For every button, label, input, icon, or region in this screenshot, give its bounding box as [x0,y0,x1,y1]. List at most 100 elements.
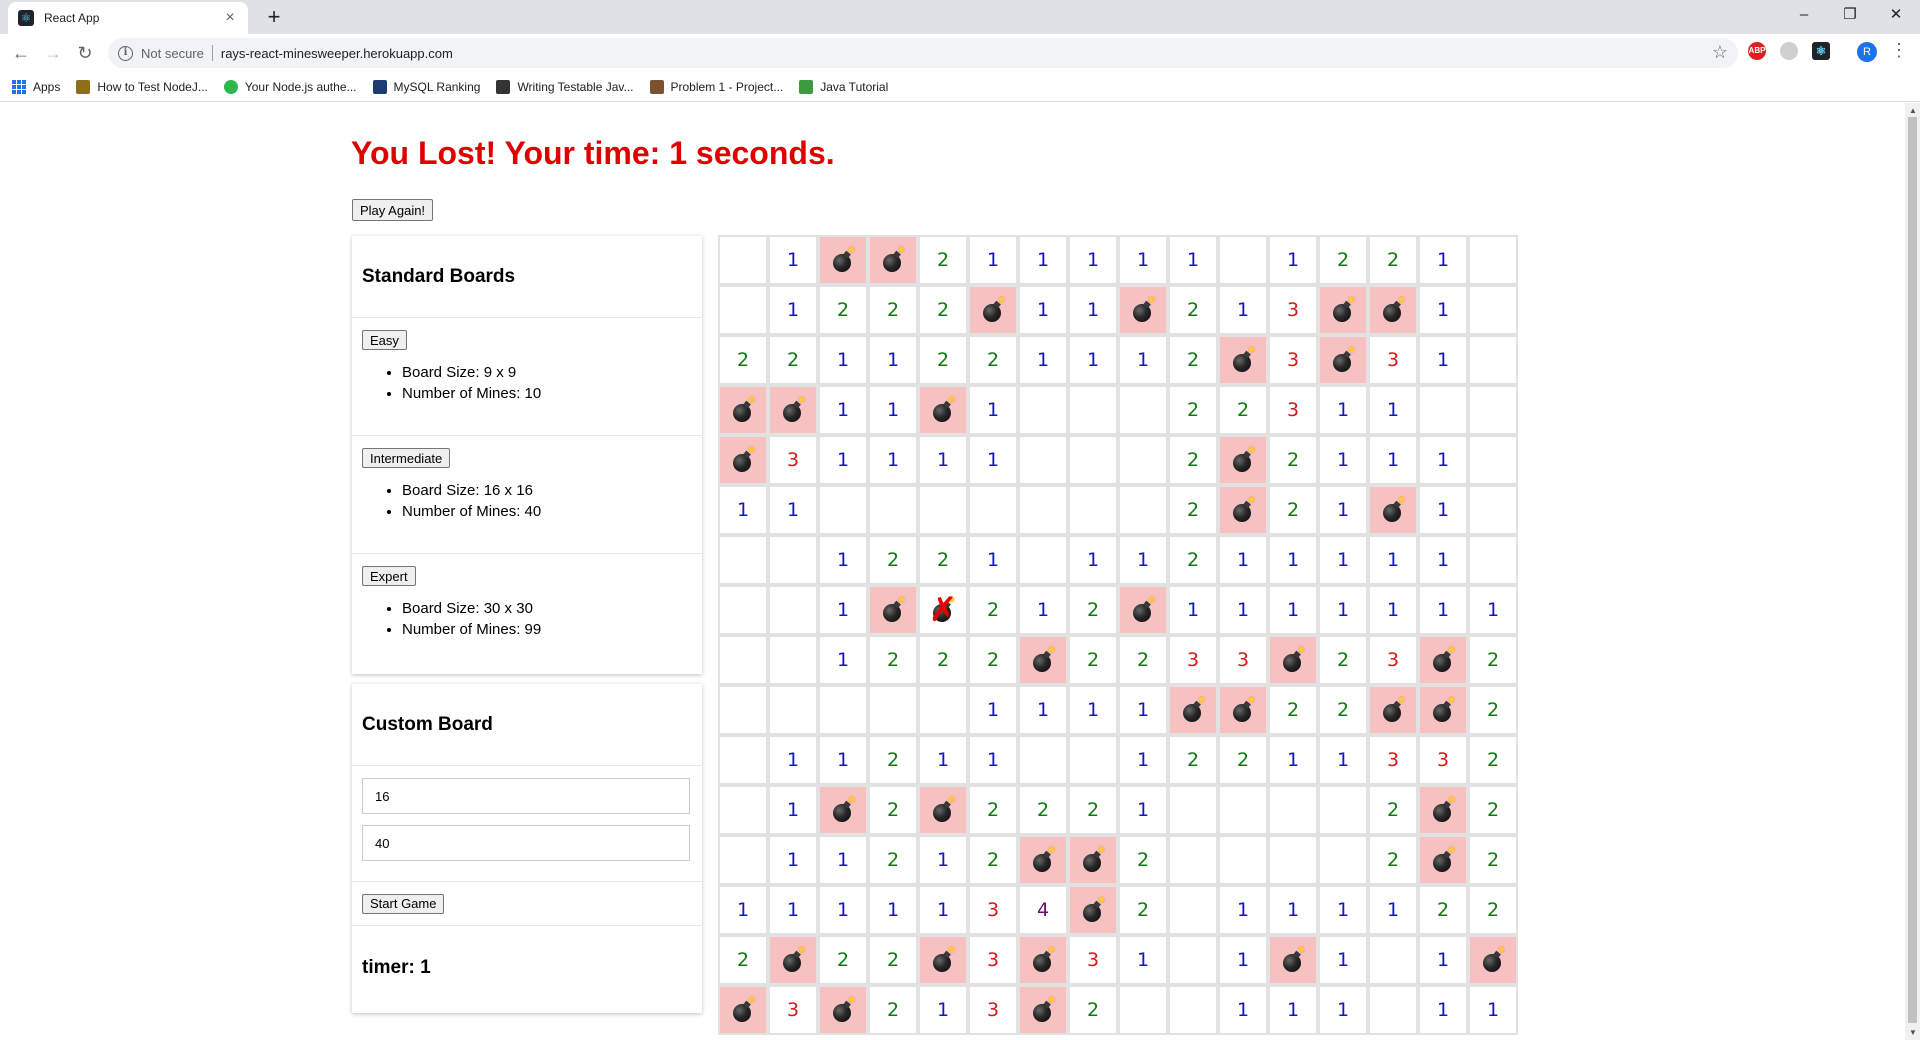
number-cell[interactable]: 2 [1218,385,1268,435]
number-cell[interactable]: 1 [1368,385,1418,435]
number-cell[interactable]: 2 [868,985,918,1035]
scrollbar-thumb[interactable] [1908,117,1917,1023]
empty-cell[interactable] [1268,835,1318,885]
number-cell[interactable]: 2 [1468,785,1518,835]
number-cell[interactable]: 1 [1118,785,1168,835]
bookmark-item[interactable]: How to Test NodeJ... [76,79,208,94]
number-cell[interactable]: 2 [868,835,918,885]
bookmark-star-icon[interactable]: ☆ [1712,42,1728,63]
number-cell[interactable]: 2 [818,935,868,985]
number-cell[interactable]: 1 [868,385,918,435]
number-cell[interactable]: 1 [1368,885,1418,935]
number-cell[interactable]: 1 [1168,235,1218,285]
mine-cell[interactable] [718,435,768,485]
empty-cell[interactable] [1318,785,1368,835]
empty-cell[interactable] [818,685,868,735]
empty-cell[interactable] [1068,735,1118,785]
number-cell[interactable]: 2 [1168,435,1218,485]
extension-icon[interactable] [1780,42,1798,60]
number-cell[interactable]: 2 [968,635,1018,685]
number-cell[interactable]: 1 [1318,735,1368,785]
play-again-button[interactable]: Play Again! [352,199,434,221]
mine-cell[interactable] [868,585,918,635]
empty-cell[interactable] [718,785,768,835]
mine-cell[interactable] [1118,285,1168,335]
number-cell[interactable]: 2 [868,735,918,785]
number-cell[interactable]: 1 [718,485,768,535]
empty-cell[interactable] [918,685,968,735]
number-cell[interactable]: 2 [1368,235,1418,285]
empty-cell[interactable] [768,535,818,585]
number-cell[interactable]: 2 [1168,735,1218,785]
number-cell[interactable]: 1 [1268,585,1318,635]
number-cell[interactable]: 2 [918,635,968,685]
number-cell[interactable]: 1 [1318,585,1368,635]
number-cell[interactable]: 1 [818,635,868,685]
number-cell[interactable]: 2 [868,285,918,335]
number-cell[interactable]: 1 [1218,985,1268,1035]
scroll-down-icon[interactable]: ▼ [1909,1028,1917,1037]
mine-cell[interactable] [918,785,968,835]
close-window-icon[interactable]: ✕ [1873,0,1919,30]
number-cell[interactable]: 2 [1218,735,1268,785]
number-cell[interactable]: 1 [1118,735,1168,785]
number-cell[interactable]: 1 [868,335,918,385]
number-cell[interactable]: 1 [918,985,968,1035]
address-bar[interactable]: i Not secure rays-react-minesweeper.hero… [108,38,1738,68]
minimize-window-icon[interactable]: – [1781,0,1827,30]
number-cell[interactable]: 1 [968,735,1018,785]
mine-cell[interactable] [1368,685,1418,735]
number-cell[interactable]: 2 [1468,635,1518,685]
mine-cell[interactable] [768,935,818,985]
number-cell[interactable]: 2 [868,535,918,585]
empty-cell[interactable] [868,485,918,535]
close-tab-icon[interactable]: × [222,9,238,27]
bookmark-item[interactable]: Problem 1 - Project... [649,79,783,94]
number-cell[interactable]: 1 [1368,435,1418,485]
number-cell[interactable]: 2 [1318,685,1368,735]
number-cell[interactable]: 2 [768,335,818,385]
number-cell[interactable]: 1 [1368,535,1418,585]
empty-cell[interactable] [1468,235,1518,285]
empty-cell[interactable] [1018,435,1068,485]
number-cell[interactable]: 2 [868,635,918,685]
number-cell[interactable]: 2 [1118,885,1168,935]
number-cell[interactable]: 1 [718,885,768,935]
mine-cell[interactable] [1068,885,1118,935]
mine-cell[interactable] [1318,285,1368,335]
page-scrollbar[interactable]: ▲ ▼ [1905,103,1920,1040]
number-cell[interactable]: 2 [1368,835,1418,885]
empty-cell[interactable] [1218,235,1268,285]
empty-cell[interactable] [1468,485,1518,535]
empty-cell[interactable] [1368,935,1418,985]
scroll-up-icon[interactable]: ▲ [1909,106,1917,115]
number-cell[interactable]: 2 [968,585,1018,635]
number-cell[interactable]: 2 [718,935,768,985]
number-cell[interactable]: 1 [1018,285,1068,335]
empty-cell[interactable] [1118,985,1168,1035]
number-cell[interactable]: 1 [1468,585,1518,635]
number-cell[interactable]: 2 [1068,785,1118,835]
number-cell[interactable]: 2 [1018,785,1068,835]
bookmark-item[interactable]: Writing Testable Jav... [496,79,634,94]
number-cell[interactable]: 1 [1268,535,1318,585]
number-cell[interactable]: 3 [1418,735,1468,785]
empty-cell[interactable] [1218,835,1268,885]
number-cell[interactable]: 1 [918,435,968,485]
number-cell[interactable]: 1 [1268,985,1318,1035]
mine-cell[interactable] [768,385,818,435]
number-cell[interactable]: 2 [1068,985,1118,1035]
empty-cell[interactable] [718,635,768,685]
number-cell[interactable]: 2 [718,335,768,385]
info-icon[interactable]: i [118,45,133,61]
number-cell[interactable]: 1 [1018,685,1068,735]
number-cell[interactable]: 1 [1418,935,1468,985]
mine-cell[interactable] [1418,785,1468,835]
number-cell[interactable]: 3 [1218,635,1268,685]
bookmark-item[interactable]: Java Tutorial [799,79,888,94]
number-cell[interactable]: 1 [1018,235,1068,285]
number-cell[interactable]: 2 [1268,485,1318,535]
back-arrow-icon[interactable]: ← [6,38,36,68]
number-cell[interactable]: 1 [768,285,818,335]
react-devtools-icon[interactable]: ⚛ [1812,42,1830,60]
